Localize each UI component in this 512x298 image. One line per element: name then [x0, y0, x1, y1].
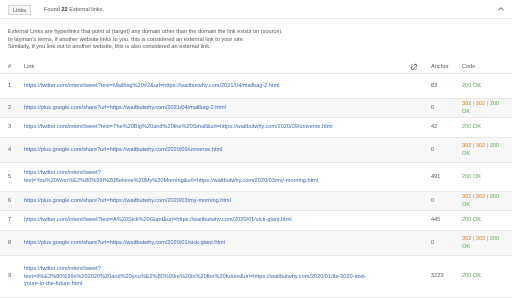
external-links-description: External Links are hyperlinks that point…	[8, 29, 283, 51]
table-header: # Link Anchor Code	[0, 60, 512, 74]
table-row: 5 https://twitter.com/intent/tweet? text=Y…	[0, 163, 512, 192]
table-row: 8 https://plus.google.com/share?url=https…	[0, 231, 512, 256]
link-text: https://twitter.com/intent/tweet?text=Th…	[24, 124, 333, 130]
status-code: 200 OK	[462, 174, 481, 182]
table-row: 6 https://plus.google.com/share?url=https…	[0, 192, 512, 211]
status-code: 302 | 302 | 200 OK	[462, 236, 499, 251]
table-row: 3 https://twitter.com/intent/tweet?text=T…	[0, 118, 512, 138]
external-link[interactable]: https://plus.google.com/share?url=https:…	[24, 105, 404, 113]
anchor-count: 83	[431, 83, 438, 89]
status-ok: OK	[462, 150, 471, 157]
external-link[interactable]: https://twitter.com/intent/tweet?text=Ma…	[24, 83, 404, 91]
link-text: https://plus.google.com/share?url=https:…	[24, 105, 226, 111]
status-redirect: 302	[475, 194, 486, 200]
status-redirect: 302	[462, 194, 472, 200]
links-panel-header: Links Found 22 External links.	[0, 0, 512, 19]
link-text: https://plus.google.com/share?url=https:…	[24, 198, 231, 204]
row-number: 4	[8, 147, 12, 153]
found-count: 22	[61, 7, 68, 13]
link-text: https://twitter.com/intent/tweet?	[24, 170, 101, 176]
status-ok: 200 OK	[462, 217, 481, 223]
status-code: 200 OK	[462, 83, 481, 91]
anchor-count: 0	[431, 147, 435, 153]
row-number: 9	[8, 273, 12, 279]
col-num: #	[8, 64, 12, 70]
status-ok: 200	[489, 236, 500, 242]
chevron-up-icon[interactable]	[496, 4, 506, 14]
anchor-count: 491	[431, 174, 441, 180]
table-row: 2 https://plus.google.com/share?url=https…	[0, 99, 512, 118]
found-count-text: Found 22 External links.	[44, 7, 105, 13]
table-row: 9 https://twitter.com/intent/tweet? text=I…	[0, 256, 512, 298]
col-anchor[interactable]: Anchor	[431, 64, 449, 70]
link-text: https://plus.google.com/share?url=https:…	[24, 147, 223, 153]
anchor-count: 0	[431, 240, 435, 246]
col-link[interactable]: Link	[24, 64, 34, 70]
link-text: https://twitter.com/intent/tweet?text=A%…	[24, 217, 292, 223]
status-redirect: 302	[475, 101, 486, 107]
external-link[interactable]: https://twitter.com/intent/tweet? text=Yo…	[24, 170, 404, 185]
status-redirect: 302	[475, 143, 486, 149]
link-text: youre-in-the-future.html	[24, 281, 83, 288]
link-text: https://plus.google.com/share?url=https:…	[24, 240, 225, 246]
status-redirect: 302	[475, 236, 486, 242]
external-link[interactable]: https://twitter.com/intent/tweet? text=It…	[24, 266, 404, 289]
col-code[interactable]: Code	[462, 64, 475, 70]
status-ok: 200 OK	[462, 124, 481, 130]
row-number: 8	[8, 240, 12, 246]
link-text: https://twitter.com/intent/tweet?text=Ma…	[24, 83, 280, 89]
status-code: 200 OK	[462, 273, 481, 281]
status-ok: 200 OK	[462, 273, 481, 279]
external-link[interactable]: https://twitter.com/intent/tweet?text=Th…	[24, 124, 404, 132]
link-text: https://twitter.com/intent/tweet?	[24, 266, 101, 272]
row-number: 3	[8, 124, 12, 130]
links-tab-label[interactable]: Links	[8, 5, 32, 15]
status-ok: 200 OK	[462, 83, 481, 89]
status-redirect: 302	[462, 143, 472, 149]
anchor-count: 0	[431, 198, 435, 204]
status-ok: OK	[462, 243, 471, 250]
row-number: 7	[8, 217, 12, 223]
table-row: 7 https://twitter.com/intent/tweet?text=A…	[0, 211, 512, 231]
status-ok: 200	[489, 101, 500, 107]
table-row: 4 https://plus.google.com/share?url=https…	[0, 138, 512, 163]
anchor-count: 42	[431, 124, 438, 130]
external-link[interactable]: https://plus.google.com/share?url=https:…	[24, 240, 404, 248]
external-link[interactable]: https://plus.google.com/share?url=https:…	[24, 198, 404, 206]
status-ok: OK	[462, 201, 471, 208]
broken-link-icon[interactable]	[410, 63, 418, 71]
row-number: 2	[8, 105, 12, 111]
status-code: 302 | 302 | 200 OK	[462, 143, 499, 158]
status-ok: 200	[489, 194, 500, 200]
status-code: 200 OK	[462, 124, 481, 132]
status-redirect: 302	[462, 101, 472, 107]
status-ok: OK	[462, 108, 471, 115]
status-code: 302 | 302 | 200 OK	[462, 101, 499, 116]
status-code: 200 OK	[462, 217, 481, 225]
link-text: text=It%E2%80%99s%202020%20and%20you%E2%…	[24, 273, 366, 280]
status-ok: 200	[489, 143, 500, 149]
anchor-count: 445	[431, 217, 441, 223]
status-code: 302 | 302 | 200 OK	[462, 194, 499, 209]
anchor-count: 3223	[431, 273, 444, 279]
anchor-count: 0	[431, 105, 435, 111]
external-link[interactable]: https://twitter.com/intent/tweet?text=A%…	[24, 217, 404, 225]
link-text: text=You%20Won%E2%80%99t%20Believe%20My%…	[24, 177, 319, 184]
external-link[interactable]: https://plus.google.com/share?url=https:…	[24, 147, 404, 155]
table-row: 1 https://twitter.com/intent/tweet?text=M…	[0, 74, 512, 99]
row-number: 1	[8, 83, 12, 89]
row-number: 5	[8, 174, 12, 180]
row-number: 6	[8, 198, 12, 204]
status-ok: 200 OK	[462, 174, 481, 180]
status-redirect: 302	[462, 236, 472, 242]
